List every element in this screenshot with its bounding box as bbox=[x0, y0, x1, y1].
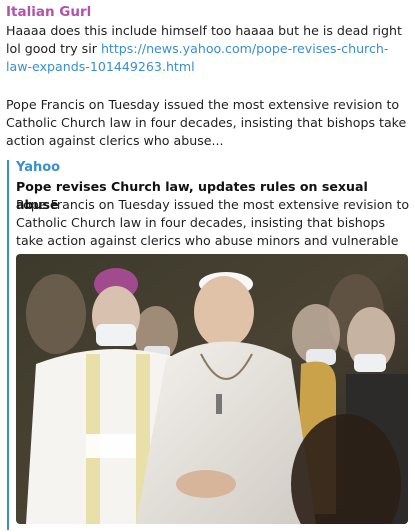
preview-site-name: Yahoo bbox=[16, 160, 61, 175]
preview-accent-bar bbox=[7, 160, 9, 530]
message-text: Haaaa does this include himself too haaa… bbox=[6, 22, 408, 76]
link-preview[interactable]: Yahoo Pope revises Church law, updates r… bbox=[7, 160, 411, 530]
sender-name[interactable]: Italian Gurl bbox=[6, 4, 91, 20]
pope-photo-illustration bbox=[16, 254, 408, 524]
message-paragraph: Pope Francis on Tuesday issued the most … bbox=[6, 97, 407, 148]
preview-description: Pope Francis on Tuesday issued the most … bbox=[16, 197, 410, 248]
chat-message: Italian Gurl Haaaa does this include him… bbox=[0, 0, 415, 532]
preview-photo[interactable] bbox=[16, 254, 408, 524]
